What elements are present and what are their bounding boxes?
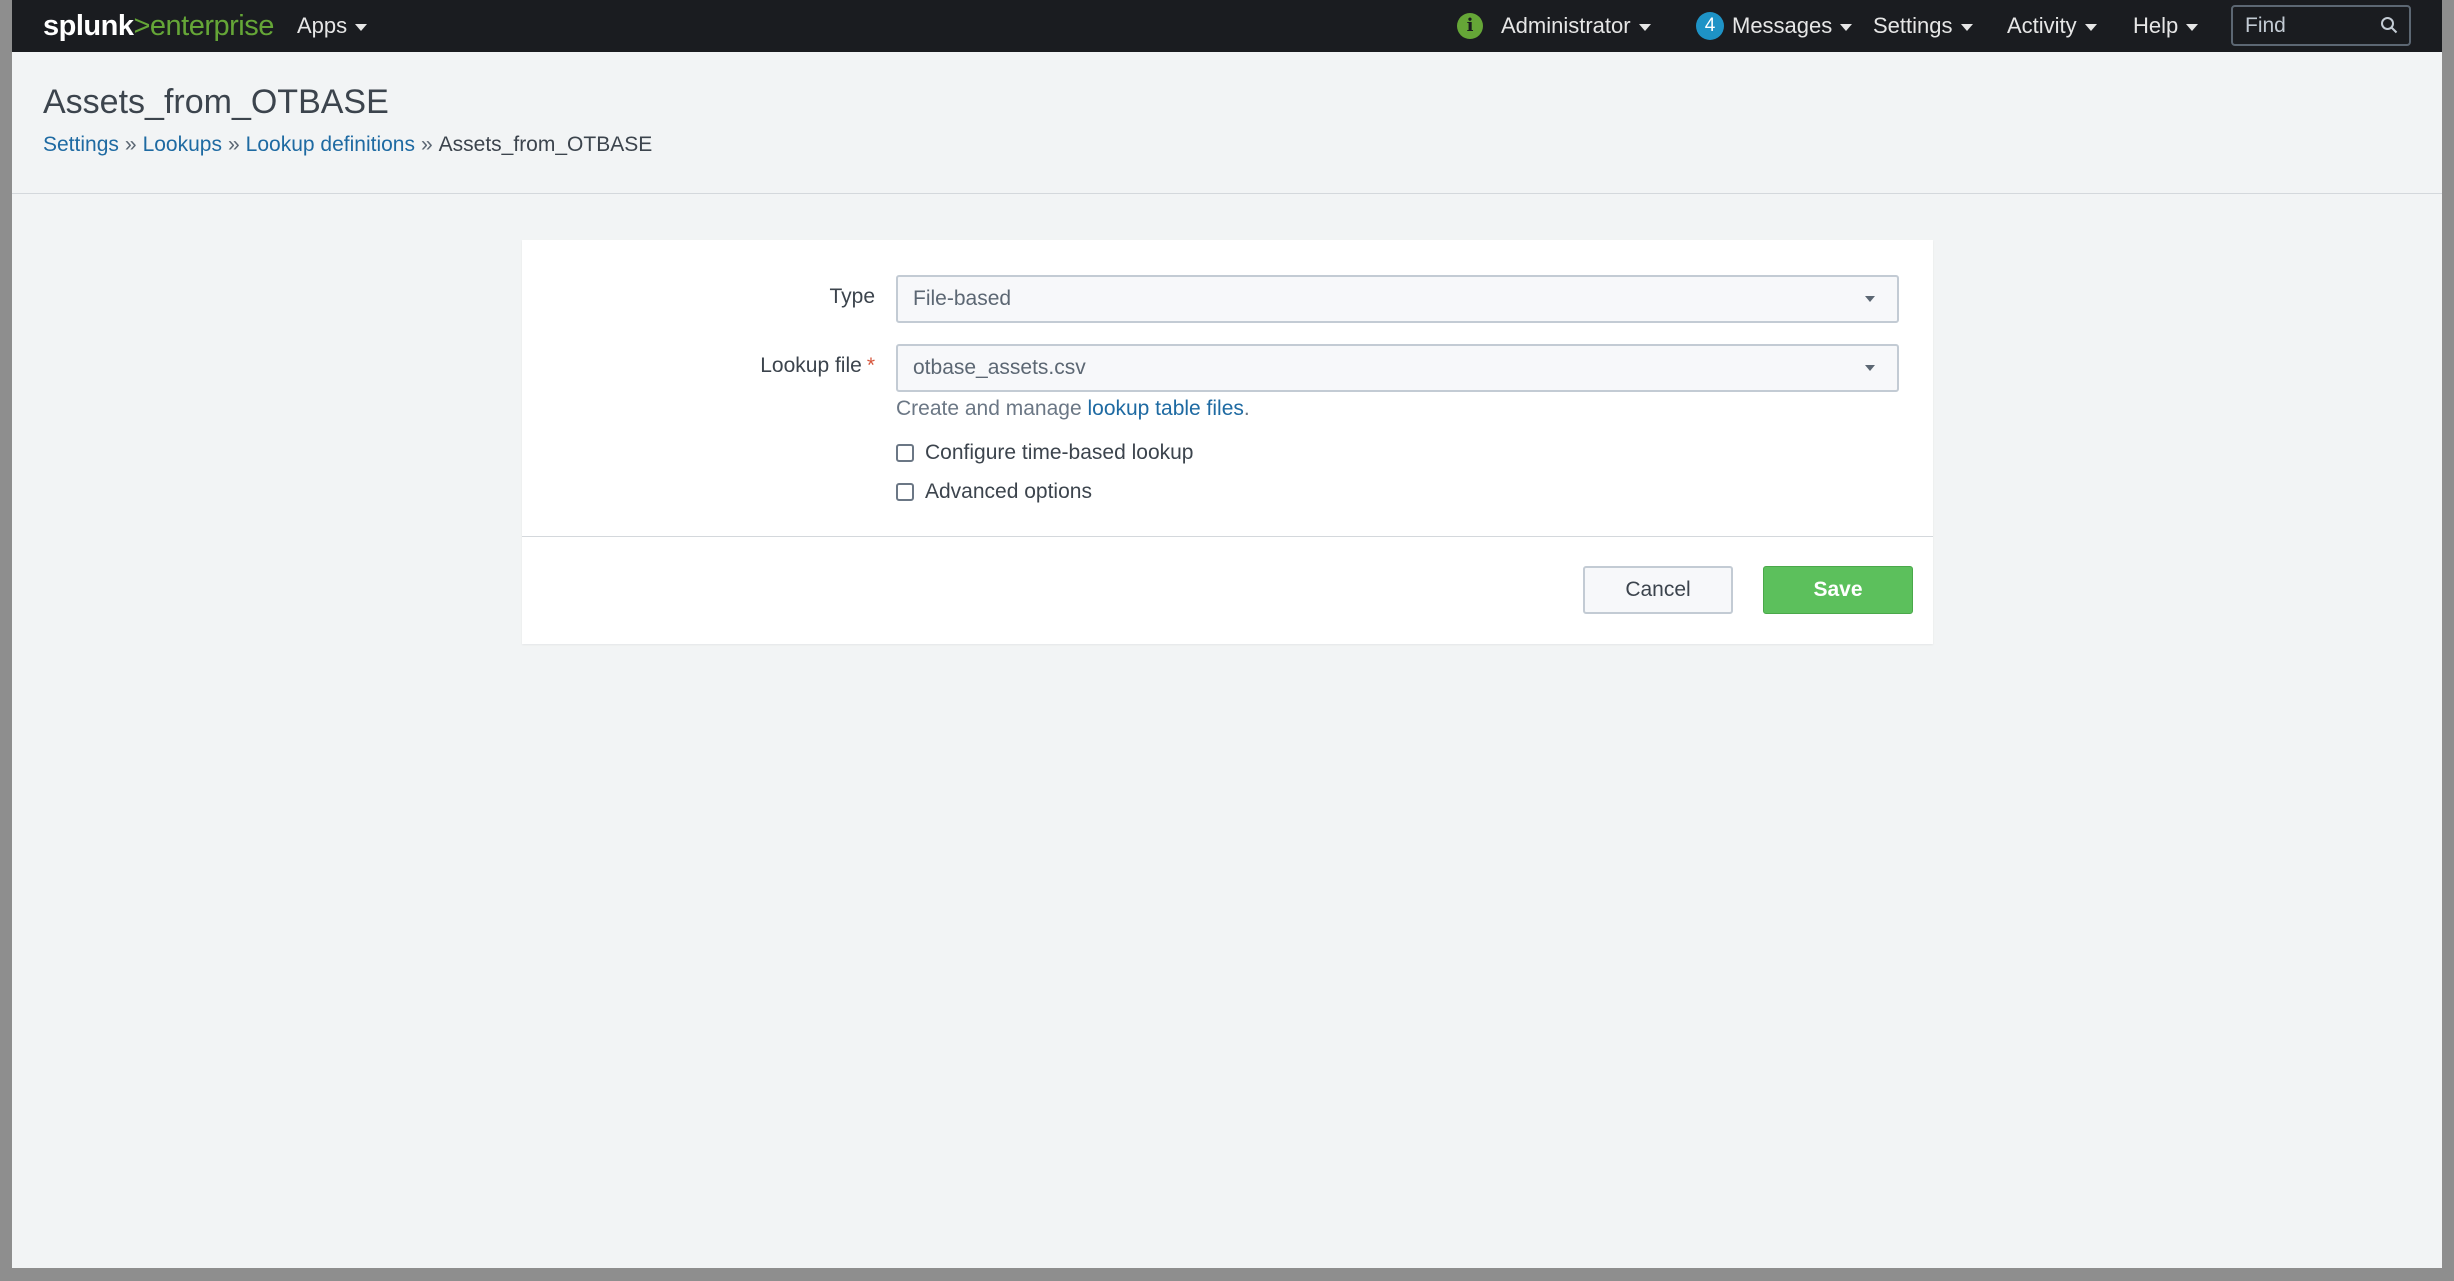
apps-menu[interactable]: Apps [297, 12, 368, 40]
breadcrumb-settings-link[interactable]: Settings [43, 133, 119, 156]
time-based-lookup-checkbox[interactable] [896, 444, 914, 462]
help-suffix: . [1243, 397, 1250, 420]
activity-menu[interactable]: Activity [2007, 12, 2097, 40]
page-title: Assets_from_OTBASE [43, 83, 389, 121]
lookup-definition-form: Type File-based Lookup file * otbase_asse… [522, 240, 1933, 644]
help-menu-label: Help [2133, 13, 2179, 38]
settings-menu-label: Settings [1873, 13, 1953, 38]
find-input[interactable] [2233, 13, 2373, 38]
lookup-file-label: Lookup file * [760, 354, 875, 378]
chevron-down-icon [355, 23, 368, 31]
page-header: Assets_from_OTBASE Settings» Lookups» Look… [12, 52, 2442, 194]
browser-window: splunk>enterprise Apps i Administrator 4… [12, 0, 2442, 1268]
lookup-table-files-link[interactable]: lookup table files [1087, 397, 1243, 420]
advanced-options-checkbox[interactable] [896, 483, 914, 501]
type-row: Type File-based [522, 275, 1933, 323]
time-based-lookup-label: Configure time-based lookup [925, 441, 1194, 464]
user-menu[interactable]: i Administrator [1457, 12, 1651, 40]
chevron-down-icon [1960, 23, 1973, 31]
help-prefix: Create and manage [896, 397, 1088, 420]
chevron-down-icon [2186, 23, 2199, 31]
cancel-button[interactable]: Cancel [1583, 566, 1733, 614]
lookup-file-label-text: Lookup file [760, 354, 862, 377]
lookup-file-row: Lookup file * otbase_assets.csv [522, 344, 1933, 392]
messages-menu-label: Messages [1732, 13, 1833, 38]
type-select[interactable]: File-based [896, 275, 1899, 323]
breadcrumb-separator: » [227, 133, 240, 156]
find-box [2231, 5, 2411, 46]
settings-menu[interactable]: Settings [1873, 12, 1973, 40]
breadcrumb-current: Assets_from_OTBASE [438, 133, 653, 156]
chevron-down-icon [1865, 296, 1875, 302]
chevron-down-icon [1840, 23, 1853, 31]
chevron-down-icon [1865, 365, 1875, 371]
messages-count-badge: 4 [1696, 12, 1724, 40]
messages-menu[interactable]: 4 Messages [1696, 12, 1853, 40]
top-nav-bar: splunk>enterprise Apps i Administrator 4… [12, 0, 2442, 52]
breadcrumb-lookup-definitions-link[interactable]: Lookup definitions [246, 133, 415, 156]
lookup-file-select-value: otbase_assets.csv [913, 356, 1086, 379]
info-icon: i [1457, 13, 1483, 39]
user-menu-label: Administrator [1501, 13, 1631, 38]
breadcrumb-separator: » [420, 133, 433, 156]
logo-brand: splunk [43, 10, 134, 42]
chevron-down-icon [1638, 23, 1651, 31]
advanced-options-option[interactable]: Advanced options [896, 480, 1092, 504]
lookup-file-help: Create and manage lookup table files. [896, 397, 1250, 421]
type-select-value: File-based [913, 287, 1012, 310]
breadcrumb-lookups-link[interactable]: Lookups [143, 133, 222, 156]
required-marker: * [866, 354, 875, 377]
advanced-options-label: Advanced options [925, 480, 1092, 503]
breadcrumb-separator: » [124, 133, 137, 156]
splunk-logo[interactable]: splunk>enterprise [43, 10, 274, 42]
time-based-lookup-option[interactable]: Configure time-based lookup [896, 441, 1194, 465]
lookup-file-select[interactable]: otbase_assets.csv [896, 344, 1899, 392]
search-icon[interactable] [2380, 16, 2398, 34]
breadcrumb: Settings» Lookups» Lookup definitions» Asse… [43, 131, 652, 159]
logo-separator: > [133, 10, 150, 42]
save-button[interactable]: Save [1763, 566, 1913, 614]
apps-menu-label: Apps [297, 13, 348, 38]
type-label: Type [829, 285, 875, 308]
divider [522, 536, 1933, 537]
activity-menu-label: Activity [2007, 13, 2077, 38]
help-menu[interactable]: Help [2133, 12, 2199, 40]
chevron-down-icon [2084, 23, 2097, 31]
logo-product: enterprise [149, 10, 274, 42]
